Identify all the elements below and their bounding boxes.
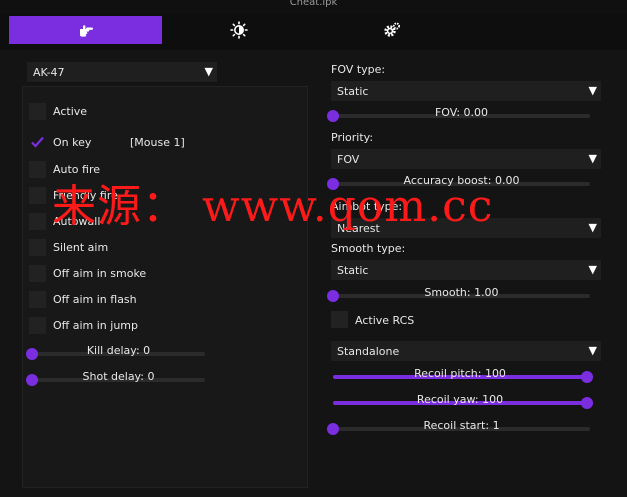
recoil-yaw-slider[interactable]: Recoil yaw: 100 xyxy=(333,393,593,409)
key-bind-button[interactable]: [Mouse 1] xyxy=(130,136,185,149)
active-label: Active xyxy=(53,105,88,118)
checkmark-icon xyxy=(31,136,44,148)
moon-icon xyxy=(536,23,551,39)
kill-delay-slider[interactable]: Kill delay: 0 xyxy=(26,344,205,360)
fov-type-value: Static xyxy=(337,84,369,98)
priority-value: FOV xyxy=(337,152,360,166)
slider-fill xyxy=(333,401,587,405)
weapon-select-value: AK-47 xyxy=(33,65,65,79)
smooth-slider-label: Smooth: 1.00 xyxy=(424,286,499,299)
aimbot-type-value: Nearest xyxy=(337,221,380,235)
auto-fire-checkbox[interactable] xyxy=(29,161,46,178)
auto-fire-label: Auto fire xyxy=(53,163,101,176)
weapon-select[interactable]: AK-47 ▼ xyxy=(27,62,217,82)
tab-bar xyxy=(0,14,627,50)
off-aim-flash-checkbox[interactable] xyxy=(29,291,46,308)
silent-aim-checkbox[interactable] xyxy=(29,239,46,256)
tab-visuals[interactable] xyxy=(162,16,315,44)
rcs-mode-select[interactable]: Standalone ▼ xyxy=(331,341,601,361)
tab-skins[interactable] xyxy=(468,16,621,44)
active-rcs-checkbox[interactable] xyxy=(331,311,348,328)
recoil-start-slider[interactable]: Recoil start: 1 xyxy=(327,419,590,435)
tab-misc[interactable] xyxy=(315,16,468,44)
rcs-mode-value: Standalone xyxy=(337,344,400,358)
friendly-fire-label: Friendly fire xyxy=(53,189,118,202)
slider-knob[interactable] xyxy=(26,374,38,386)
slider-knob[interactable] xyxy=(327,423,339,435)
slider-knob[interactable] xyxy=(26,348,38,360)
active-checkbox[interactable] xyxy=(29,103,46,120)
recoil-pitch-slider[interactable]: Recoil pitch: 100 xyxy=(333,367,593,383)
slider-knob[interactable] xyxy=(581,371,593,383)
priority-label: Priority: xyxy=(331,131,374,144)
chevron-down-icon: ▼ xyxy=(204,65,213,78)
smooth-type-select[interactable]: Static ▼ xyxy=(331,260,601,280)
fov-slider-label: FOV: 0.00 xyxy=(434,106,489,119)
chevron-down-icon: ▼ xyxy=(588,84,597,97)
pointing-hand-icon xyxy=(79,25,93,37)
chevron-down-icon: ▼ xyxy=(588,263,597,276)
slider-knob[interactable] xyxy=(327,178,339,190)
fov-type-label: FOV type: xyxy=(331,63,386,76)
slider-knob[interactable] xyxy=(327,290,339,302)
autowall-label: Autowall xyxy=(53,215,101,228)
off-aim-jump-label: Off aim in jump xyxy=(53,319,138,332)
title-bar: Cheat.ipk xyxy=(0,0,627,14)
accuracy-boost-label: Accuracy boost: 0.00 xyxy=(403,174,520,187)
chevron-down-icon: ▼ xyxy=(588,221,597,234)
chevron-down-icon: ▼ xyxy=(588,152,597,165)
autowall-checkbox[interactable] xyxy=(29,213,46,230)
aimbot-type-label: Aimbot type: xyxy=(331,200,403,213)
off-aim-smoke-checkbox[interactable] xyxy=(29,265,46,282)
on-key-label: On key xyxy=(53,136,92,149)
accuracy-boost-slider[interactable]: Accuracy boost: 0.00 xyxy=(327,174,590,190)
gears-icon xyxy=(383,22,400,37)
off-aim-flash-label: Off aim in flash xyxy=(53,293,137,306)
active-rcs-label: Active RCS xyxy=(355,314,415,327)
smooth-slider[interactable]: Smooth: 1.00 xyxy=(327,286,590,302)
smooth-type-label: Smooth type: xyxy=(331,242,406,255)
on-key-checkbox[interactable] xyxy=(29,134,46,151)
shot-delay-slider[interactable]: Shot delay: 0 xyxy=(26,370,205,386)
chevron-down-icon: ▼ xyxy=(588,344,597,357)
tab-aimbot[interactable] xyxy=(9,16,162,44)
fov-slider[interactable]: FOV: 0.00 xyxy=(327,106,590,122)
brightness-icon xyxy=(229,21,248,39)
slider-fill xyxy=(333,375,587,379)
recoil-start-label: Recoil start: 1 xyxy=(423,419,500,432)
smooth-type-value: Static xyxy=(337,263,369,277)
silent-aim-label: Silent aim xyxy=(53,241,109,254)
aimbot-type-select[interactable]: Nearest ▼ xyxy=(331,218,601,238)
off-aim-smoke-label: Off aim in smoke xyxy=(53,267,147,280)
window-title: Cheat.ipk xyxy=(289,0,338,8)
off-aim-jump-checkbox[interactable] xyxy=(29,317,46,334)
fov-type-select[interactable]: Static ▼ xyxy=(331,81,601,101)
priority-select[interactable]: FOV ▼ xyxy=(331,149,601,169)
friendly-fire-checkbox[interactable] xyxy=(29,187,46,204)
slider-knob[interactable] xyxy=(581,397,593,409)
slider-knob[interactable] xyxy=(327,110,339,122)
